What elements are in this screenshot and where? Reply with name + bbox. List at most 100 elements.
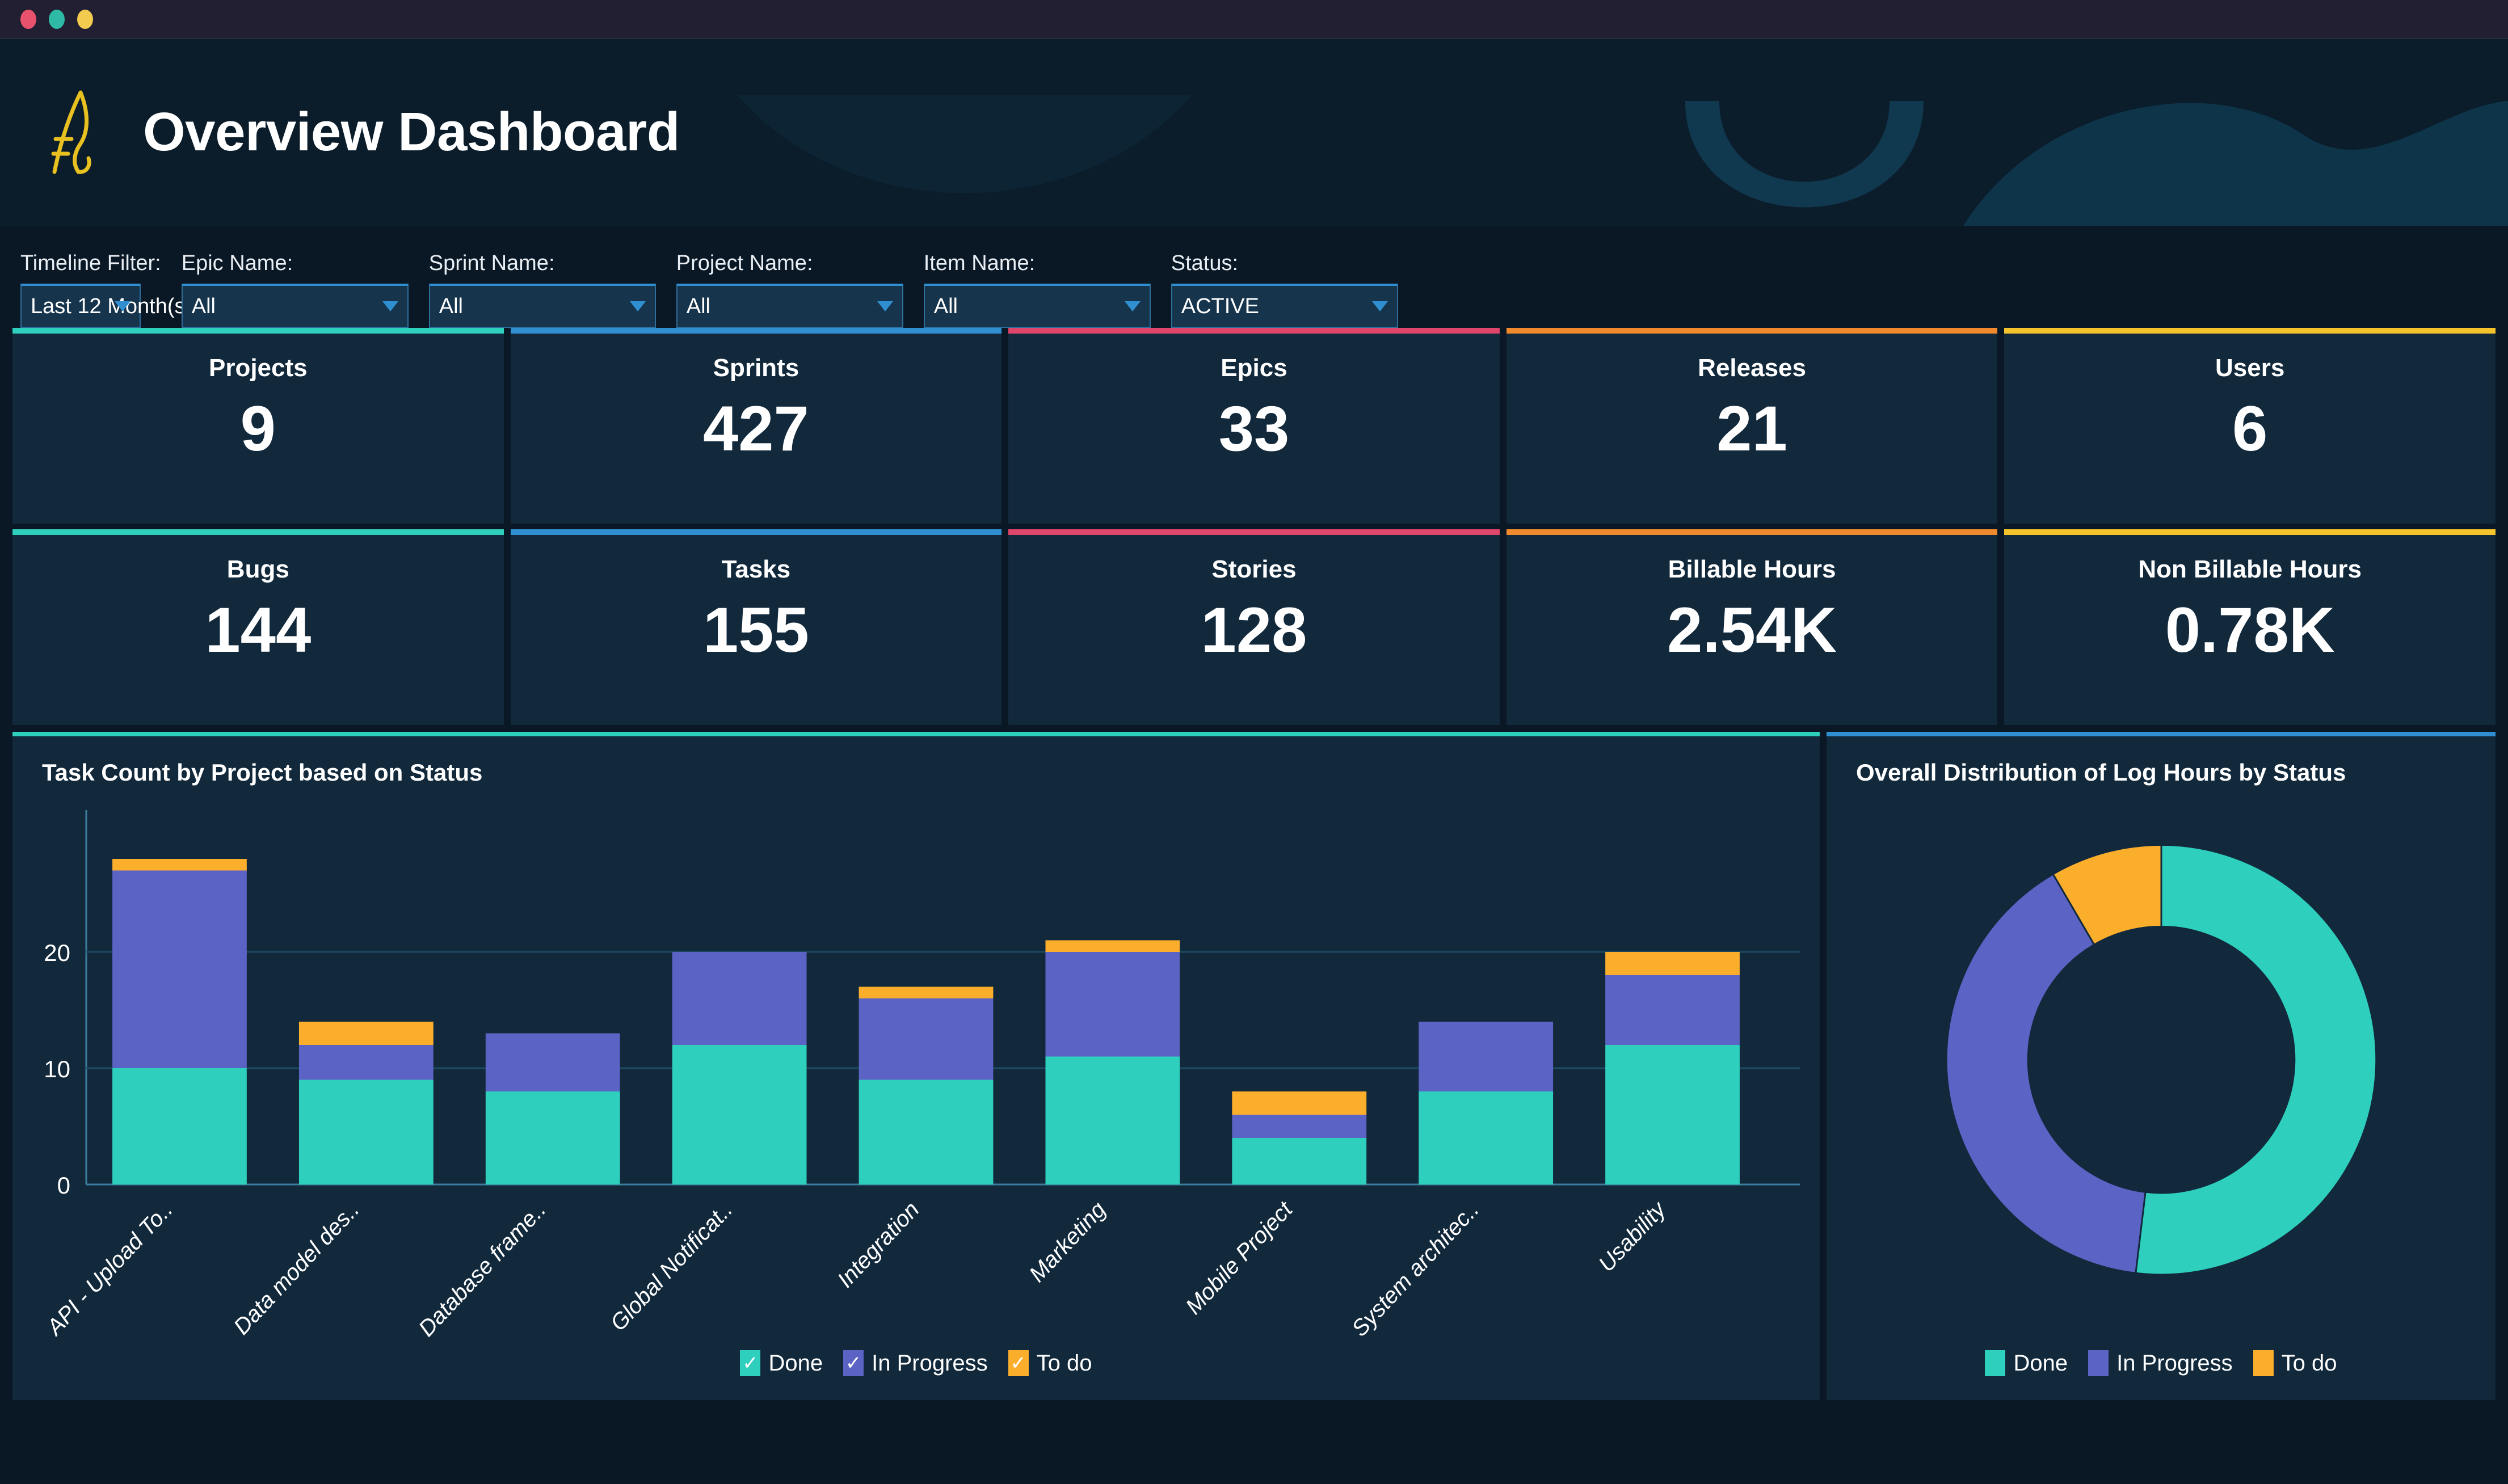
filter-status: Status: ACTIVE xyxy=(1171,251,1398,328)
chevron-down-icon xyxy=(877,301,893,311)
legend-item-done[interactable]: ✓ Done xyxy=(740,1350,823,1376)
kpi-card[interactable]: Billable Hours 2.54K xyxy=(1507,529,1998,725)
y-axis-tick-label: 0 xyxy=(57,1172,70,1199)
chevron-down-icon xyxy=(382,301,398,311)
kpi-card-title: Bugs xyxy=(227,555,289,584)
legend-item-in-progress[interactable]: In Progress xyxy=(2088,1350,2233,1376)
filter-label: Project Name: xyxy=(676,251,903,276)
kpi-card-title: Sprints xyxy=(713,354,799,382)
svg-text:Global Notificat..: Global Notificat.. xyxy=(605,1197,737,1336)
filter-timeline: Timeline Filter: Last 12 Month(s) xyxy=(20,251,161,328)
project-name-filter-select[interactable]: All xyxy=(676,284,903,328)
bar-segment[interactable] xyxy=(1419,1022,1553,1091)
legend-item-to-do[interactable]: ✓ To do xyxy=(1008,1350,1092,1376)
y-axis-tick-label: 10 xyxy=(44,1056,70,1082)
epic-name-filter-value: All xyxy=(192,294,216,319)
bar-segment[interactable] xyxy=(1232,1115,1366,1138)
legend-swatch-to-do xyxy=(2253,1350,2274,1376)
kpi-card[interactable]: Users6 xyxy=(2004,328,2496,524)
bar-segment[interactable] xyxy=(859,998,994,1080)
window-maximize-button[interactable] xyxy=(77,10,93,29)
legend-label-in-progress: In Progress xyxy=(2116,1351,2233,1376)
x-axis-tick-label: Marketing xyxy=(1025,1197,1111,1287)
chevron-down-icon xyxy=(1372,301,1388,311)
svg-text:System architec..: System architec.. xyxy=(1347,1197,1484,1341)
x-axis-tick-label: Mobile Project xyxy=(1181,1196,1298,1319)
kpi-card-value: 427 xyxy=(703,397,809,461)
kpi-card[interactable]: Releases 21 xyxy=(1507,328,1998,524)
bar-segment[interactable] xyxy=(486,1091,620,1184)
bar-segment[interactable] xyxy=(1605,952,1740,975)
bar-segment[interactable] xyxy=(486,1034,620,1092)
kpi-card[interactable]: Stories128 xyxy=(1008,529,1500,725)
x-axis-tick-label: Data model des.. xyxy=(229,1197,364,1339)
donut-chart-area xyxy=(1827,736,2496,1400)
status-filter-value: ACTIVE xyxy=(1181,294,1259,319)
charts-row: Task Count by Project based on Status 01… xyxy=(0,725,2508,1400)
legend-swatch-in-progress: ✓ xyxy=(843,1350,864,1376)
legend-item-in-progress[interactable]: ✓ In Progress xyxy=(843,1350,988,1376)
x-axis-tick-label: Database frame.. xyxy=(414,1197,550,1341)
bar-segment[interactable] xyxy=(1419,1091,1553,1184)
kpi-card-value: 0.78K xyxy=(2165,598,2335,662)
kpi-card-value: 2.54K xyxy=(1667,598,1837,662)
kpi-card[interactable]: Projects9 xyxy=(12,328,504,524)
bar-segment[interactable] xyxy=(1045,941,1180,952)
kpi-card-value: 21 xyxy=(1716,397,1787,461)
sprint-name-filter-select[interactable]: All xyxy=(429,284,656,328)
donut-chart-svg[interactable] xyxy=(1827,736,2496,1406)
chevron-down-icon xyxy=(115,301,131,311)
bar-segment[interactable] xyxy=(859,987,994,999)
legend-swatch-in-progress xyxy=(2088,1350,2109,1376)
legend-item-to-do[interactable]: To do xyxy=(2253,1350,2337,1376)
filter-label: Sprint Name: xyxy=(429,251,656,276)
legend-label-to-do: To do xyxy=(1037,1351,1092,1376)
bar-segment[interactable] xyxy=(299,1022,434,1045)
bar-segment[interactable] xyxy=(1605,1045,1740,1184)
bar-segment[interactable] xyxy=(299,1080,434,1185)
bar-segment[interactable] xyxy=(1045,1057,1180,1185)
kpi-card[interactable]: Tasks155 xyxy=(511,529,1002,725)
kpi-card-value: 128 xyxy=(1201,598,1307,662)
svg-text:Usability: Usability xyxy=(1594,1196,1672,1277)
item-name-filter-value: All xyxy=(934,294,958,319)
kpi-card[interactable]: Sprints 427 xyxy=(511,328,1002,524)
svg-text:Mobile Project: Mobile Project xyxy=(1181,1196,1298,1319)
legend-label-in-progress: In Progress xyxy=(872,1351,988,1376)
window-close-button[interactable] xyxy=(20,10,36,29)
bar-segment[interactable] xyxy=(1605,975,1740,1045)
donut-slice[interactable] xyxy=(2136,845,2376,1275)
bar-segment[interactable] xyxy=(299,1045,434,1080)
bar-segment[interactable] xyxy=(859,1080,994,1185)
kpi-card[interactable]: Bugs144 xyxy=(12,529,504,725)
svg-text:Marketing: Marketing xyxy=(1025,1197,1111,1287)
bar-segment[interactable] xyxy=(672,1045,807,1184)
epic-name-filter-select[interactable]: All xyxy=(182,284,409,328)
legend-item-done[interactable]: Done xyxy=(1985,1350,2068,1376)
kpi-card-title: Billable Hours xyxy=(1668,555,1836,584)
x-axis-tick-label: Global Notificat.. xyxy=(605,1197,737,1336)
legend-swatch-done xyxy=(1985,1350,2005,1376)
kpi-card-value: 6 xyxy=(2232,397,2267,461)
kpi-card-title: Releases xyxy=(1698,354,1806,382)
bar-chart-svg[interactable]: 01020API - Upload To..Data model des..Da… xyxy=(12,736,1820,1411)
timeline-filter-select[interactable]: Last 12 Month(s) xyxy=(20,284,141,328)
kpi-card-title: Non Billable Hours xyxy=(2138,555,2362,584)
bar-segment[interactable] xyxy=(1045,952,1180,1057)
window-minimize-button[interactable] xyxy=(49,10,65,29)
status-filter-select[interactable]: ACTIVE xyxy=(1171,284,1398,328)
filter-label: Epic Name: xyxy=(182,251,409,276)
filter-sprint-name: Sprint Name: All xyxy=(429,251,656,328)
item-name-filter-select[interactable]: All xyxy=(924,284,1151,328)
bar-chart-legend: ✓ Done ✓ In Progress ✓ To do xyxy=(12,1350,1820,1376)
kpi-card[interactable]: Epics33 xyxy=(1008,328,1500,524)
kpi-card[interactable]: Non Billable Hours 0.78K xyxy=(2004,529,2496,725)
bar-segment[interactable] xyxy=(1232,1091,1366,1115)
bar-segment[interactable] xyxy=(672,952,807,1045)
filter-label: Status: xyxy=(1171,251,1398,276)
bar-segment[interactable] xyxy=(112,859,247,871)
bar-segment[interactable] xyxy=(112,871,247,1069)
page-title: Overview Dashboard xyxy=(143,101,680,163)
bar-segment[interactable] xyxy=(112,1068,247,1184)
bar-segment[interactable] xyxy=(1232,1138,1366,1184)
